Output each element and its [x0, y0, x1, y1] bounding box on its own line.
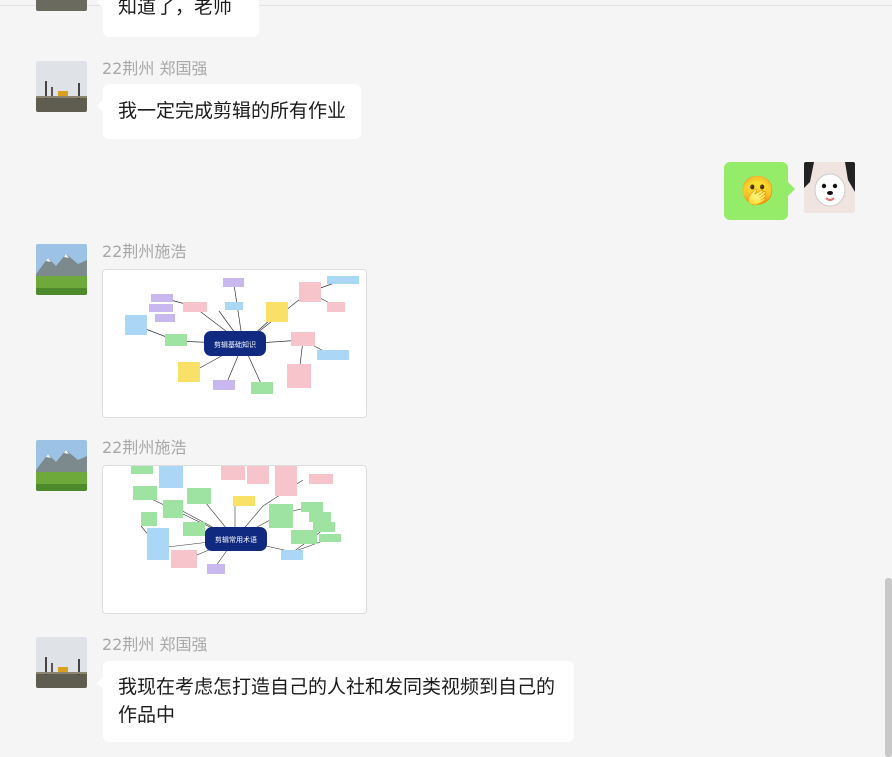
avatar-self[interactable] — [804, 162, 855, 213]
chat-scrollbar[interactable] — [885, 578, 892, 757]
message-text: 我一定完成剪辑的所有作业 — [118, 100, 347, 122]
avatar-zheng-guoqiang-2[interactable] — [36, 637, 87, 688]
avatar-zheng-guoqiang-top[interactable] — [36, 0, 87, 11]
message-bubble-1[interactable]: 知道了，老师 — [97, 0, 259, 37]
sender-name: 22荆州施浩 — [102, 242, 187, 261]
message-bubble-6[interactable]: 我现在考虑怎打造自己的人社和发同类视频到自己的作品中 — [97, 661, 574, 742]
sender-name: 22荆州 郑国强 — [102, 59, 208, 78]
mindmap-center-label: 剪辑常用术语 — [215, 535, 257, 544]
mindmap-image-1[interactable]: 剪辑基础知识 — [102, 269, 367, 418]
avatar-shi-hao[interactable] — [36, 244, 87, 295]
sender-name: 22荆州 郑国强 — [102, 635, 208, 654]
mindmap-image-2[interactable]: 剪辑常用术语 — [102, 465, 367, 614]
emoji-peeking-icon: 🫢 — [740, 174, 775, 207]
message-text: 我现在考虑怎打造自己的人社和发同类视频到自己的作品中 — [118, 676, 556, 726]
avatar-zheng-guoqiang[interactable] — [36, 61, 87, 112]
avatar-shi-hao-2[interactable] — [36, 440, 87, 491]
message-bubble-2[interactable]: 我一定完成剪辑的所有作业 — [96, 84, 362, 139]
message-bubble-self-emoji[interactable]: 🫢 — [724, 162, 795, 220]
sender-name: 22荆州施浩 — [102, 438, 187, 457]
mindmap-center-label: 剪辑基础知识 — [214, 340, 256, 349]
message-text: 知道了，老师 — [118, 0, 233, 18]
